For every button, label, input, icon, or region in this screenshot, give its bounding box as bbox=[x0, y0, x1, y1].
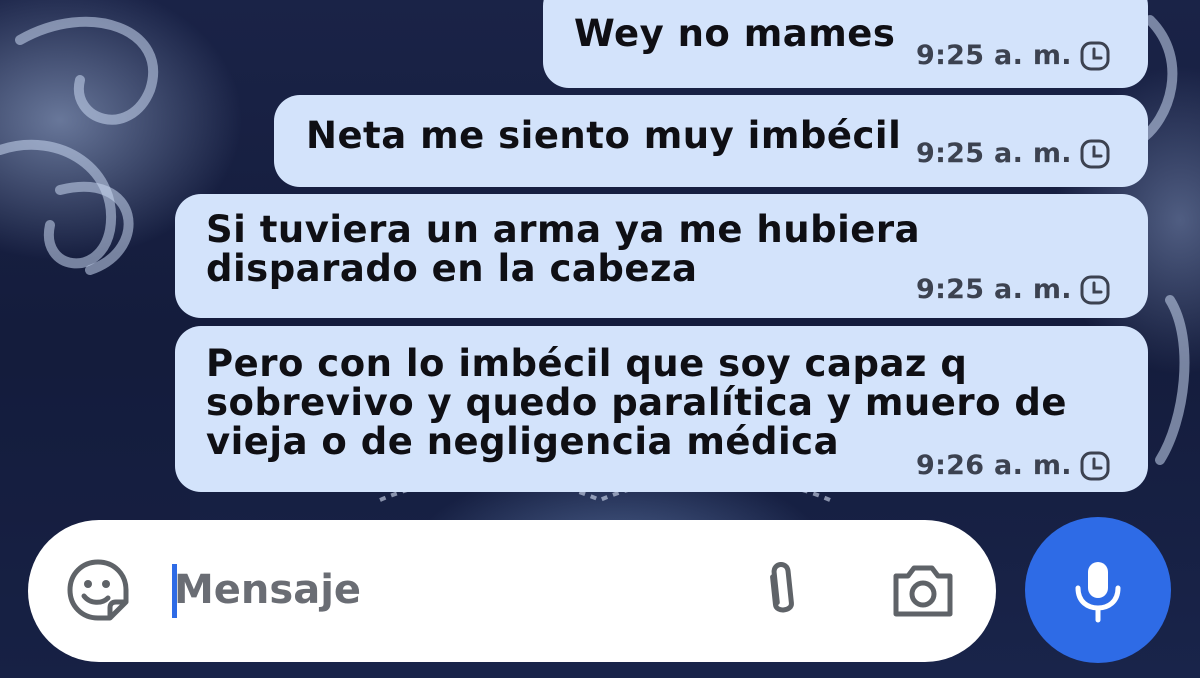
message-bubble[interactable]: Wey no mames 9:25 a. m. bbox=[543, 0, 1148, 88]
message-timestamp: 9:25 a. m. bbox=[916, 138, 1072, 169]
clock-pending-icon bbox=[1080, 451, 1110, 481]
clock-pending-icon bbox=[1080, 41, 1110, 71]
message-timestamp: 9:25 a. m. bbox=[916, 274, 1072, 305]
message-text: Wey no mames bbox=[574, 12, 896, 55]
message-text: Neta me siento muy imbécil bbox=[306, 114, 902, 157]
message-text: Si tuviera un arma ya me hubiera dispara… bbox=[206, 208, 921, 290]
attach-icon[interactable] bbox=[750, 558, 814, 622]
clock-pending-icon bbox=[1080, 139, 1110, 169]
message-timestamp: 9:25 a. m. bbox=[916, 40, 1072, 71]
message-bubble[interactable]: Pero con lo imbécil que soy capaz q sobr… bbox=[175, 326, 1148, 492]
message-bubble[interactable]: Neta me siento muy imbécil 9:25 a. m. bbox=[274, 95, 1148, 187]
clock-pending-icon bbox=[1080, 275, 1110, 305]
message-timestamp: 9:26 a. m. bbox=[916, 450, 1072, 481]
message-input[interactable] bbox=[174, 558, 734, 622]
sticker-icon[interactable] bbox=[66, 558, 130, 622]
message-composer bbox=[28, 520, 996, 662]
microphone-icon bbox=[1075, 562, 1121, 623]
message-text: Pero con lo imbécil que soy capaz q sobr… bbox=[206, 342, 1067, 463]
camera-icon[interactable] bbox=[890, 560, 956, 620]
voice-record-button[interactable] bbox=[1025, 517, 1171, 663]
message-bubble[interactable]: Si tuviera un arma ya me hubiera dispara… bbox=[175, 194, 1148, 318]
